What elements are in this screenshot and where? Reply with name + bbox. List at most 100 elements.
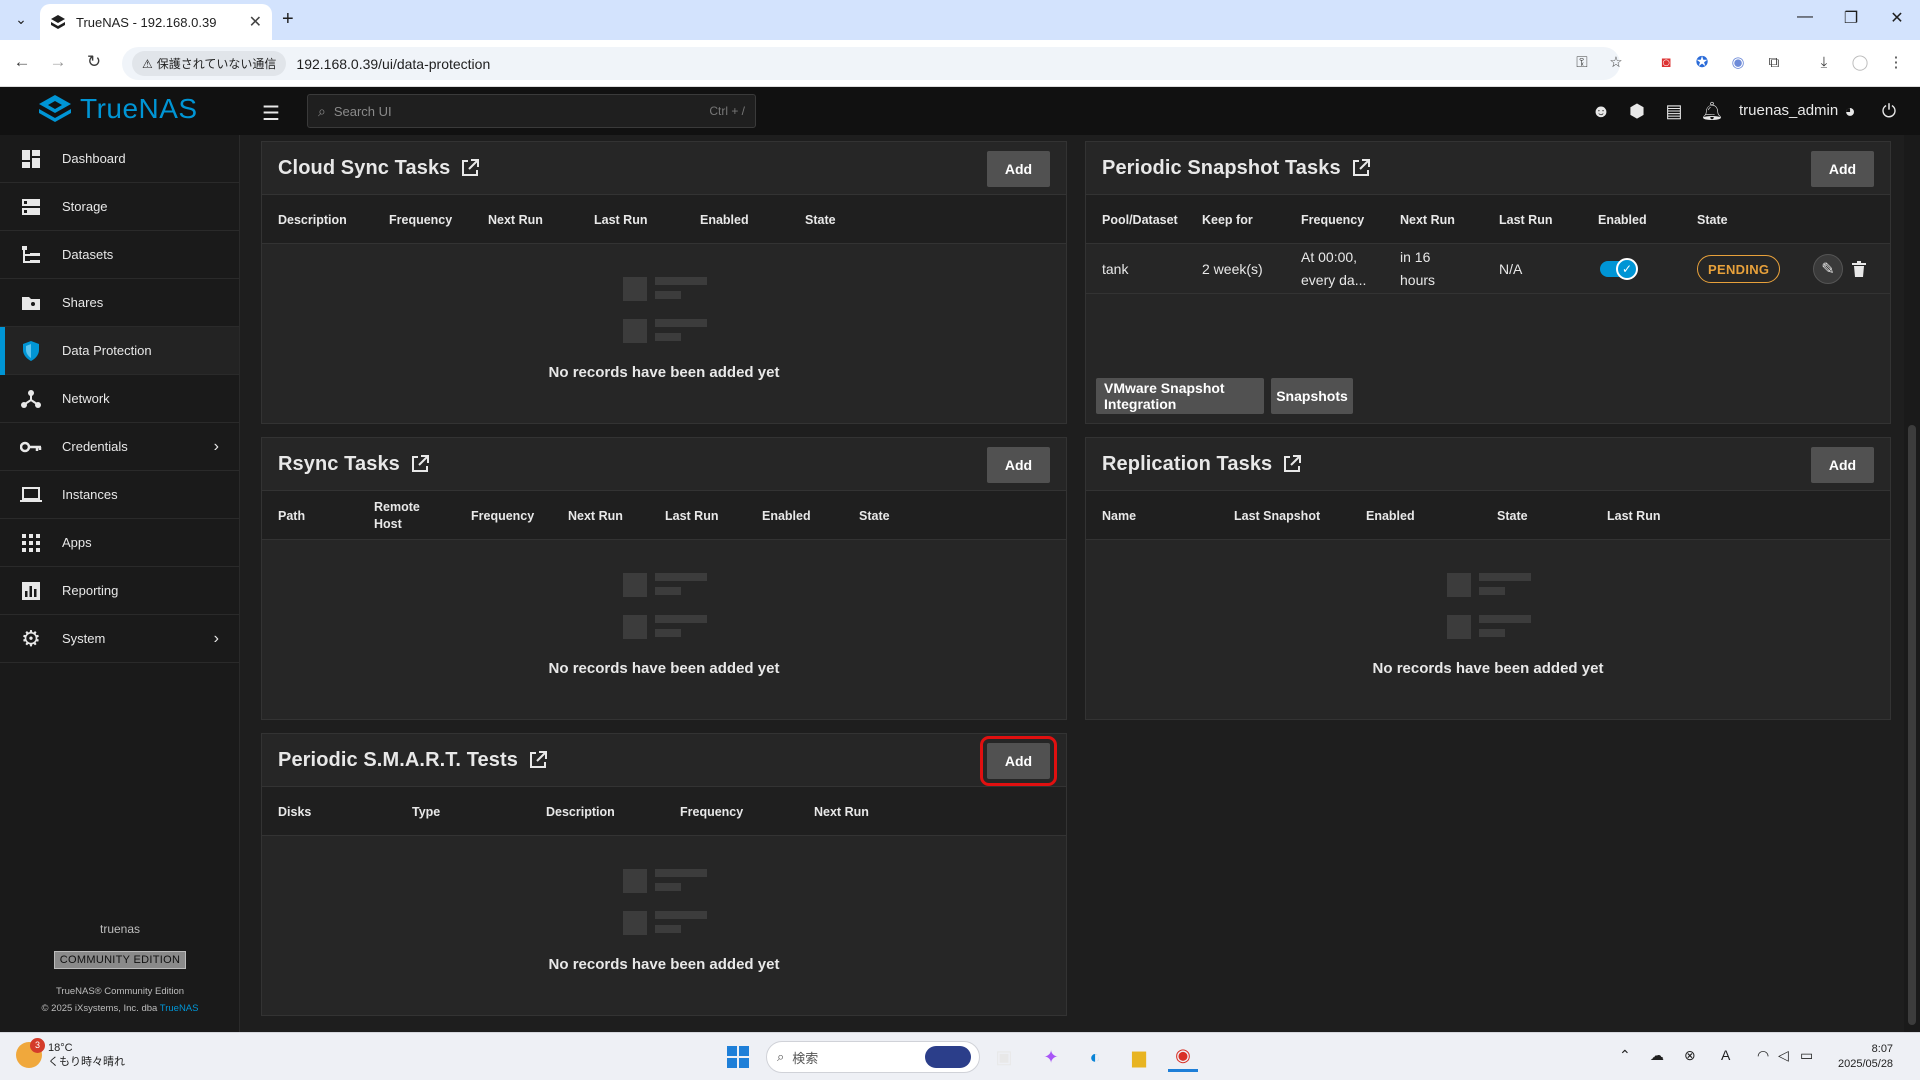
ime-icon[interactable]: A bbox=[1721, 1047, 1730, 1063]
notifications-bell-icon[interactable]: 🔔︎ bbox=[1700, 99, 1724, 123]
open-in-new-icon[interactable] bbox=[528, 750, 548, 770]
sidebar-item-reporting[interactable]: Reporting bbox=[0, 567, 239, 615]
extension-search-icon[interactable]: ◉ bbox=[1728, 53, 1748, 73]
column-header[interactable]: Frequency bbox=[1301, 195, 1364, 245]
open-in-new-icon[interactable] bbox=[1282, 454, 1302, 474]
jobs-clipboard-icon[interactable]: ▤ bbox=[1662, 99, 1686, 123]
column-header[interactable]: State bbox=[859, 491, 890, 541]
window-close-icon[interactable]: ✕ bbox=[1882, 8, 1912, 28]
column-header[interactable]: Type bbox=[412, 787, 440, 837]
restore-icon[interactable]: ❐ bbox=[1836, 8, 1866, 28]
search-ui-input[interactable]: ⌕ Search UI Ctrl + / bbox=[307, 94, 756, 128]
column-header[interactable]: Last Run bbox=[665, 491, 718, 541]
truenas-link[interactable]: TrueNAS bbox=[160, 1003, 199, 1014]
sidebar-item-dashboard[interactable]: Dashboard bbox=[0, 135, 239, 183]
back-icon[interactable]: ← bbox=[10, 52, 34, 72]
add-snapshot-task-button[interactable]: Add bbox=[1811, 151, 1874, 187]
bookmark-star-icon[interactable]: ☆ bbox=[1606, 53, 1626, 73]
enabled-toggle[interactable]: ✓ bbox=[1600, 258, 1638, 280]
column-header[interactable]: Last Snapshot bbox=[1234, 491, 1320, 541]
column-header[interactable]: Next Run bbox=[1400, 195, 1455, 245]
column-header[interactable]: Enabled bbox=[762, 491, 811, 541]
column-header[interactable]: Last Run bbox=[1607, 491, 1660, 541]
delete-trash-icon[interactable] bbox=[1844, 254, 1874, 284]
password-key-icon[interactable]: ⚿ bbox=[1572, 53, 1592, 73]
profile-avatar-icon[interactable]: ◯ bbox=[1850, 53, 1870, 73]
column-header[interactable]: Path bbox=[278, 491, 305, 541]
minimize-icon[interactable]: — bbox=[1790, 8, 1820, 26]
column-header[interactable]: Name bbox=[1102, 491, 1136, 541]
edge-icon[interactable]: ◐ bbox=[1080, 1042, 1110, 1072]
task-view-icon[interactable]: ▣ bbox=[989, 1042, 1019, 1072]
column-header[interactable]: Next Run bbox=[488, 195, 543, 245]
column-header[interactable]: State bbox=[1697, 195, 1728, 245]
column-header[interactable]: Disks bbox=[278, 787, 311, 837]
copilot-icon[interactable]: ✦ bbox=[1036, 1042, 1066, 1072]
address-bar[interactable]: ⚠ 保護されていない通信 192.168.0.39/ui/data-protec… bbox=[122, 47, 1620, 80]
security-chip[interactable]: ⚠ 保護されていない通信 bbox=[132, 51, 287, 76]
sidebar-item-system[interactable]: ⚙ System › bbox=[0, 615, 239, 663]
volume-icon[interactable]: ◁ bbox=[1778, 1047, 1789, 1064]
edit-pencil-icon[interactable]: ✎ bbox=[1813, 254, 1843, 284]
tray-expand-icon[interactable]: ⌃ bbox=[1619, 1047, 1631, 1064]
feedback-smiley-icon[interactable]: ☻ bbox=[1589, 99, 1613, 123]
sidebar-item-apps[interactable]: Apps bbox=[0, 519, 239, 567]
column-header[interactable]: Last Run bbox=[1499, 195, 1552, 245]
column-header[interactable]: Remote Host bbox=[374, 491, 424, 541]
reload-icon[interactable]: ↻ bbox=[82, 52, 106, 72]
column-header[interactable]: Description bbox=[278, 195, 347, 245]
new-tab-icon[interactable]: + bbox=[282, 8, 294, 31]
forward-icon[interactable]: → bbox=[46, 52, 70, 72]
taskbar-search-input[interactable]: ⌕ 検索 bbox=[766, 1041, 980, 1073]
sidebar-item-datasets[interactable]: Datasets bbox=[0, 231, 239, 279]
pocket-extension-icon[interactable]: ◙ bbox=[1656, 53, 1676, 73]
column-header[interactable]: Enabled bbox=[700, 195, 749, 245]
download-icon[interactable]: ⤓ bbox=[1814, 53, 1834, 73]
power-icon[interactable]: ⏻ bbox=[1877, 99, 1901, 123]
column-header[interactable]: Keep for bbox=[1202, 195, 1253, 245]
add-smart-test-button[interactable]: Add bbox=[980, 736, 1057, 786]
battery-icon[interactable]: ▭ bbox=[1800, 1047, 1813, 1064]
browser-tab[interactable]: TrueNAS - 192.168.0.39 ✕ bbox=[40, 4, 272, 40]
column-header[interactable]: Pool/Dataset bbox=[1102, 195, 1178, 245]
account-circle-icon[interactable]: ◕ bbox=[1838, 99, 1862, 123]
add-rsync-button[interactable]: Add bbox=[987, 447, 1050, 483]
column-header[interactable]: Next Run bbox=[568, 491, 623, 541]
column-header[interactable]: State bbox=[1497, 491, 1528, 541]
column-header[interactable]: Enabled bbox=[1598, 195, 1647, 245]
open-in-new-icon[interactable] bbox=[1351, 158, 1371, 178]
add-cloud-sync-button[interactable]: Add bbox=[987, 151, 1050, 187]
column-header[interactable]: Enabled bbox=[1366, 491, 1415, 541]
chrome-icon[interactable]: ◉ bbox=[1168, 1042, 1198, 1072]
page-scrollbar[interactable] bbox=[1904, 135, 1920, 1032]
snapshots-button[interactable]: Snapshots bbox=[1271, 378, 1353, 414]
sidebar-item-network[interactable]: Network bbox=[0, 375, 239, 423]
tab-close-icon[interactable]: ✕ bbox=[249, 12, 262, 32]
open-in-new-icon[interactable] bbox=[460, 158, 480, 178]
tab-search-chevron-icon[interactable]: ⌄ bbox=[10, 8, 32, 30]
vmware-snapshot-integration-button[interactable]: VMware Snapshot Integration bbox=[1096, 378, 1264, 414]
column-header[interactable]: Last Run bbox=[594, 195, 647, 245]
extension-blue-icon[interactable]: ✪ bbox=[1692, 53, 1712, 73]
add-replication-button[interactable]: Add bbox=[1811, 447, 1874, 483]
system-clock[interactable]: 8:07 2025/05/28 bbox=[1838, 1042, 1893, 1072]
sidebar-item-shares[interactable]: Shares bbox=[0, 279, 239, 327]
column-header[interactable]: Frequency bbox=[389, 195, 452, 245]
table-row[interactable]: tank 2 week(s) At 00:00, every da... in … bbox=[1086, 244, 1890, 294]
onedrive-cloud-icon[interactable]: ☁ bbox=[1650, 1047, 1664, 1064]
truecommand-icon[interactable]: ⬢ bbox=[1625, 99, 1649, 123]
sidebar-item-data-protection[interactable]: Data Protection bbox=[0, 327, 239, 375]
column-header[interactable]: Frequency bbox=[680, 787, 743, 837]
open-in-new-icon[interactable] bbox=[410, 454, 430, 474]
sidebar-item-instances[interactable]: Instances bbox=[0, 471, 239, 519]
column-header[interactable]: Description bbox=[546, 787, 615, 837]
sidebar-item-credentials[interactable]: Credentials › bbox=[0, 423, 239, 471]
column-header[interactable]: Next Run bbox=[814, 787, 869, 837]
wifi-icon[interactable]: ◠ bbox=[1757, 1047, 1769, 1064]
weather-widget[interactable]: 3 18°C くもり時々晴れ bbox=[16, 1038, 125, 1069]
file-explorer-icon[interactable]: ▆ bbox=[1124, 1042, 1154, 1072]
column-header[interactable]: State bbox=[805, 195, 836, 245]
truenas-logo[interactable]: TrueNAS bbox=[38, 93, 198, 125]
windows-start-icon[interactable] bbox=[723, 1042, 753, 1072]
extensions-puzzle-icon[interactable]: ⧉ bbox=[1764, 53, 1784, 73]
